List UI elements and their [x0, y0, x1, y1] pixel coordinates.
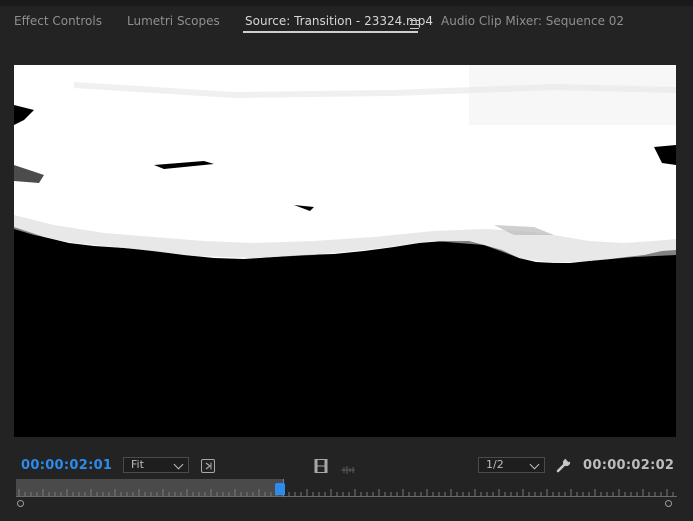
chevron-down-icon	[529, 459, 540, 470]
resolution-select[interactable]: 1/2	[478, 457, 545, 473]
resolution-select-value: 1/2	[486, 458, 504, 471]
tab-audio-clip-mixer[interactable]: Audio Clip Mixer: Sequence 02	[441, 14, 624, 28]
panel-tab-bar: Effect Controls Lumetri Scopes Source: T…	[0, 6, 693, 38]
duration-timecode: 00:00:02:02	[583, 458, 675, 473]
hamburger-menu-icon[interactable]	[410, 20, 419, 29]
audio-waveform-icon[interactable]	[340, 460, 356, 474]
out-point-handle[interactable]	[665, 500, 672, 507]
in-point-handle[interactable]	[17, 500, 24, 507]
wrench-icon[interactable]	[556, 457, 572, 473]
insert-bracket-icon[interactable]	[201, 458, 215, 473]
time-ruler-ticks	[18, 489, 674, 496]
video-frame-image	[14, 65, 676, 437]
fit-select[interactable]: Fit	[123, 457, 189, 473]
tab-lumetri-scopes[interactable]: Lumetri Scopes	[127, 14, 220, 28]
active-tab-underline	[243, 31, 418, 33]
tab-source-monitor[interactable]: Source: Transition - 23324.mp4	[245, 14, 433, 28]
time-ruler-baseline	[16, 496, 677, 497]
source-video-frame[interactable]	[14, 65, 676, 437]
chevron-down-icon	[173, 459, 184, 470]
film-strip-icon[interactable]	[314, 458, 328, 473]
timeline-scrubber[interactable]	[16, 479, 677, 509]
fit-select-value: Fit	[131, 458, 144, 471]
tab-effect-controls[interactable]: Effect Controls	[14, 14, 102, 28]
current-timecode[interactable]: 00:00:02:01	[21, 458, 112, 473]
playhead-line	[283, 479, 284, 497]
